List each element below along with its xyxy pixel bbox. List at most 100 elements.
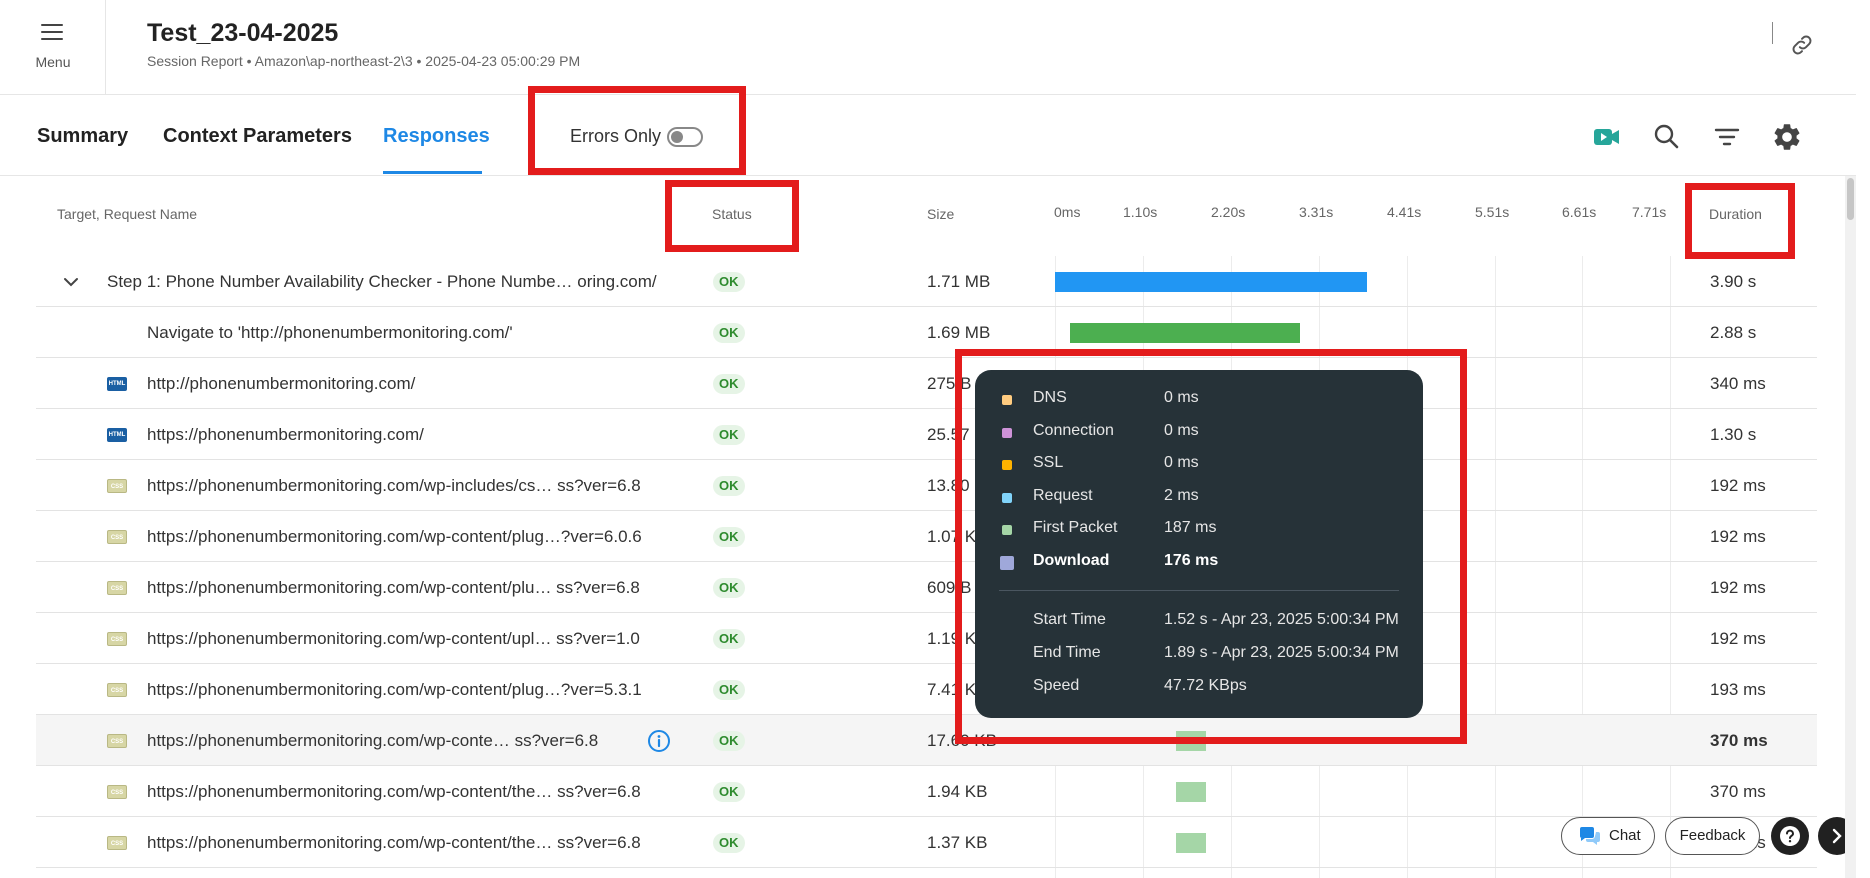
errors-only-toggle[interactable] xyxy=(667,127,703,147)
css-file-icon: CSS xyxy=(107,733,127,748)
response-size: 1.69 MB xyxy=(927,322,991,342)
link-icon[interactable] xyxy=(1789,32,1815,58)
request-name[interactable]: Navigate to 'http://phonenumbermonitorin… xyxy=(147,323,513,343)
phase-label: Download xyxy=(1033,552,1110,569)
legend-swatch xyxy=(1002,395,1012,405)
detail-value: 1.52 s - Apr 23, 2025 5:00:34 PM xyxy=(1164,611,1399,628)
chat-icon xyxy=(1580,827,1600,845)
request-name[interactable]: https://phonenumbermonitoring.com/wp-con… xyxy=(147,833,641,853)
duration-value: 370 ms xyxy=(1710,730,1768,750)
status-badge: OK xyxy=(713,577,745,598)
gridline xyxy=(1582,256,1583,878)
response-size: 17.60 KB xyxy=(927,730,997,750)
request-name[interactable]: https://phonenumbermonitoring.com/wp-con… xyxy=(147,731,598,751)
request-name[interactable]: Step 1: Phone Number Availability Checke… xyxy=(107,272,657,292)
timeline-tick: 6.61s xyxy=(1562,204,1597,220)
timeline-bar[interactable] xyxy=(1176,781,1206,802)
feedback-label: Feedback xyxy=(1679,827,1746,844)
request-name[interactable]: https://phonenumbermonitoring.com/wp-con… xyxy=(147,680,642,700)
response-size: 275 B xyxy=(927,373,972,393)
css-file-icon: CSS xyxy=(107,784,127,799)
row-divider xyxy=(36,306,1817,307)
column-header-size[interactable]: Size xyxy=(927,206,954,222)
timeline-bar[interactable] xyxy=(1070,322,1301,343)
row-divider xyxy=(36,510,1817,511)
phase-label: First Packet xyxy=(1033,519,1118,537)
phase-value: 0 ms xyxy=(1164,421,1199,439)
request-name[interactable]: https://phonenumbermonitoring.com/wp-con… xyxy=(147,629,640,649)
response-size: 1.37 KB xyxy=(927,832,988,852)
css-file-icon: CSS xyxy=(107,631,127,646)
timeline-tick: 4.41s xyxy=(1387,204,1422,220)
phase-label: Connection xyxy=(1033,421,1114,439)
info-icon[interactable] xyxy=(647,729,671,753)
chevron-down-icon[interactable] xyxy=(62,273,80,291)
legend-swatch xyxy=(1000,556,1014,570)
column-header-status[interactable]: Status xyxy=(712,206,752,222)
duration-value: 192 ms xyxy=(1710,526,1766,546)
status-badge: OK xyxy=(713,730,745,751)
duration-value: 3.90 s xyxy=(1710,271,1757,291)
html-file-icon: HTML xyxy=(107,376,127,391)
phase-value: 0 ms xyxy=(1164,389,1199,406)
row-divider xyxy=(36,408,1817,409)
column-header-name[interactable]: Target, Request Name xyxy=(57,206,197,222)
timeline-tick: 1.10s xyxy=(1123,204,1158,220)
column-header-duration[interactable]: Duration xyxy=(1709,206,1762,222)
detail-label: End Time xyxy=(1033,644,1101,661)
css-file-icon: CSS xyxy=(107,580,127,595)
video-icon[interactable] xyxy=(1591,121,1623,153)
row-divider xyxy=(36,459,1817,460)
duration-value: 192 ms xyxy=(1710,628,1766,648)
gear-icon[interactable] xyxy=(1771,121,1803,153)
request-name[interactable]: https://phonenumbermonitoring.com/wp-con… xyxy=(147,782,641,802)
scrollbar-thumb[interactable] xyxy=(1847,178,1854,220)
chat-button[interactable]: Chat xyxy=(1561,817,1655,855)
phase-value: 2 ms xyxy=(1164,486,1199,504)
html-file-icon: HTML xyxy=(107,427,127,442)
request-name[interactable]: https://phonenumbermonitoring.com/ xyxy=(147,425,424,445)
vertical-scrollbar[interactable] xyxy=(1845,176,1856,878)
timing-phase: Request 2 ms xyxy=(975,487,1423,509)
legend-swatch xyxy=(1002,460,1012,471)
phase-value: 176 ms xyxy=(1164,552,1219,569)
timing-phase: Connection 0 ms xyxy=(975,422,1423,444)
chat-label: Chat xyxy=(1609,827,1641,844)
help-button[interactable] xyxy=(1771,817,1809,855)
tabs-bar: Summary Context Parameters Responses Err… xyxy=(0,95,1856,176)
row-divider xyxy=(36,816,1817,817)
legend-swatch xyxy=(1002,525,1012,536)
duration-value: 370 ms xyxy=(1710,781,1766,801)
request-name[interactable]: https://phonenumbermonitoring.com/wp-inc… xyxy=(147,476,641,496)
css-file-icon: CSS xyxy=(107,835,127,850)
status-badge: OK xyxy=(713,322,745,343)
legend-swatch xyxy=(1002,427,1012,438)
duration-value: 1.30 s xyxy=(1710,424,1757,444)
request-name[interactable]: https://phonenumbermonitoring.com/wp-con… xyxy=(147,527,642,547)
row-divider xyxy=(36,765,1817,766)
help-icon xyxy=(1780,826,1800,846)
phase-value: 0 ms xyxy=(1164,454,1199,472)
status-badge: OK xyxy=(713,271,745,292)
tab-summary[interactable]: Summary xyxy=(37,125,128,148)
request-name[interactable]: https://phonenumbermonitoring.com/wp-con… xyxy=(147,578,640,598)
feedback-button[interactable]: Feedback xyxy=(1665,817,1760,855)
menu-button[interactable]: Menu xyxy=(0,0,106,95)
tab-context-parameters[interactable]: Context Parameters xyxy=(163,125,352,148)
row-divider xyxy=(36,867,1817,868)
timing-phase: First Packet 187 ms xyxy=(975,519,1423,541)
timing-detail: Start Time 1.52 s - Apr 23, 2025 5:00:34 … xyxy=(975,611,1423,633)
response-size: 1.71 MB xyxy=(927,271,991,291)
timeline-bar[interactable] xyxy=(1055,271,1367,292)
search-icon[interactable] xyxy=(1651,121,1683,153)
request-name[interactable]: http://phonenumbermonitoring.com/ xyxy=(147,374,415,394)
timeline-bar[interactable] xyxy=(1176,832,1206,853)
tab-responses[interactable]: Responses xyxy=(383,125,490,148)
detail-label: Speed xyxy=(1033,677,1080,694)
status-badge: OK xyxy=(713,526,745,547)
timeline-bar[interactable] xyxy=(1176,730,1206,751)
detail-label: Start Time xyxy=(1033,611,1106,628)
filter-icon[interactable] xyxy=(1711,121,1743,153)
status-badge: OK xyxy=(713,628,745,649)
detail-value: 1.89 s - Apr 23, 2025 5:00:34 PM xyxy=(1164,644,1399,661)
